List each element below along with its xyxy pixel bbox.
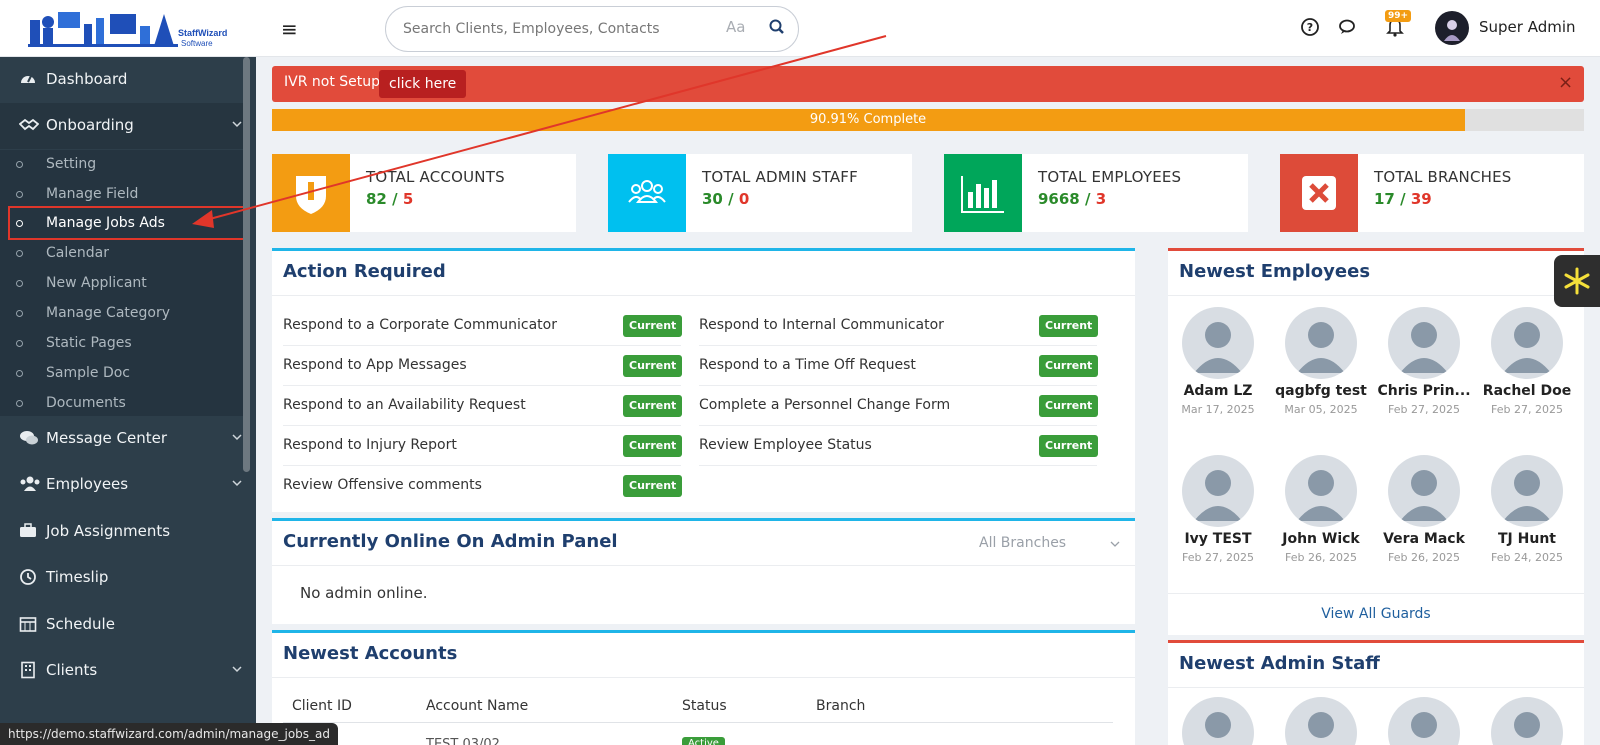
annotation-arrow <box>192 35 887 228</box>
link-preview-status-bar: https://demo.staffwizard.com/admin/manag… <box>0 723 339 745</box>
